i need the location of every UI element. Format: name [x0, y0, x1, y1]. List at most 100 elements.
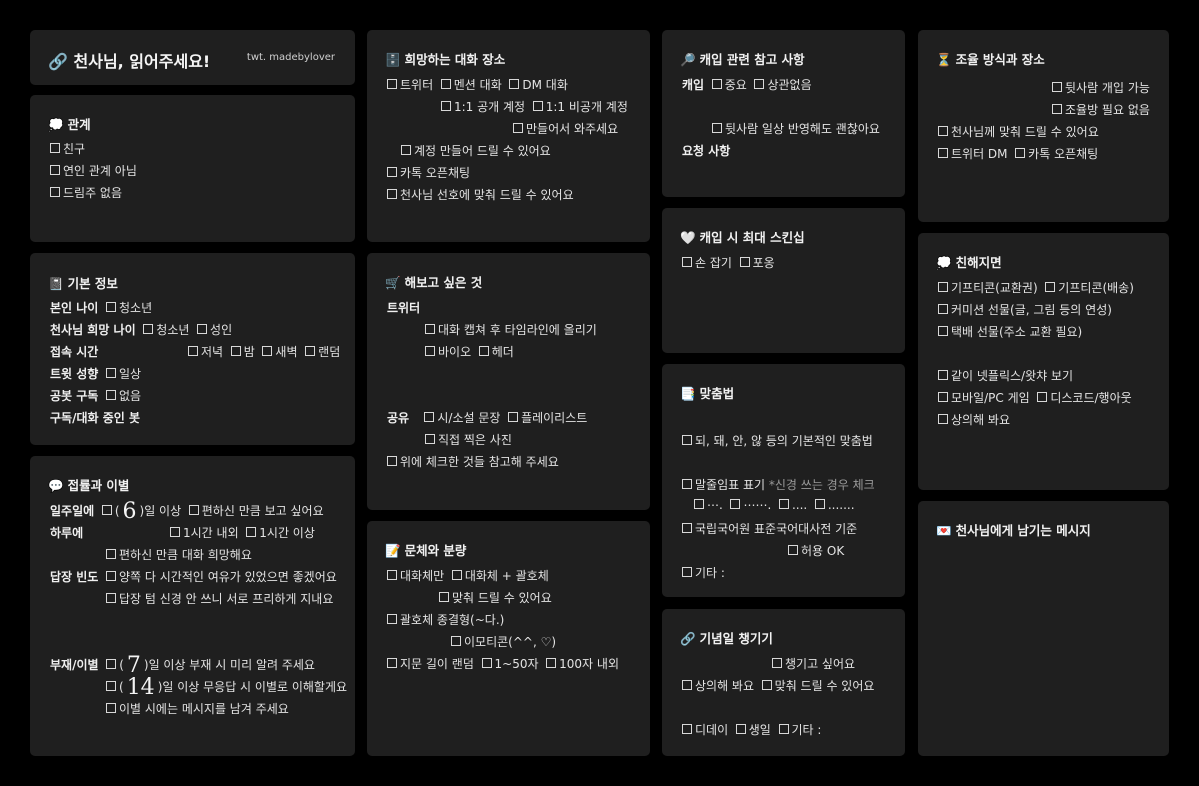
- checkbox[interactable]: [478, 346, 489, 356]
- checkbox[interactable]: [170, 527, 180, 537]
- checkbox[interactable]: [50, 187, 60, 197]
- checkbox[interactable]: [739, 257, 750, 267]
- checkbox[interactable]: [106, 659, 117, 669]
- adjust-title: ⏳ 조율 방식과 장소: [936, 52, 1045, 67]
- checkbox[interactable]: [387, 570, 397, 580]
- checkbox[interactable]: [105, 390, 116, 400]
- checkbox[interactable]: [305, 346, 316, 356]
- checkbox[interactable]: [451, 570, 462, 580]
- checkbox[interactable]: [424, 412, 435, 422]
- checkbox[interactable]: [938, 148, 948, 158]
- checkbox[interactable]: [50, 143, 60, 153]
- checkbox-item[interactable]: 드림주 없음: [50, 184, 122, 201]
- checkbox[interactable]: [938, 414, 948, 424]
- checkbox[interactable]: [778, 499, 789, 509]
- checkbox[interactable]: [938, 282, 948, 292]
- checkbox[interactable]: [814, 499, 825, 509]
- checkbox-item[interactable]: 연인 관계 아님: [50, 162, 137, 179]
- message-title: 💌 천사님에게 남기는 메시지: [936, 523, 1091, 538]
- checkbox[interactable]: [262, 346, 273, 356]
- checkbox[interactable]: [481, 658, 492, 668]
- place-row-4: 계정 만들어 드릴 수 있어요: [401, 142, 551, 159]
- checkbox[interactable]: [246, 527, 257, 537]
- wish-ref: 위에 체크한 것들 참고해 주세요: [387, 453, 559, 470]
- checkbox[interactable]: [387, 456, 397, 466]
- checkbox[interactable]: [441, 101, 451, 111]
- checkbox[interactable]: [508, 412, 519, 422]
- close-card: 💭 친해지면 기프티콘(교환권) 기프티콘(배송) 커미션 선물(글, 그림 등의…: [918, 233, 1169, 490]
- checkbox[interactable]: [1037, 392, 1048, 402]
- checkbox[interactable]: [105, 571, 116, 581]
- checkbox[interactable]: [105, 368, 116, 378]
- checkbox[interactable]: [425, 346, 435, 356]
- checkbox[interactable]: [938, 370, 948, 380]
- notebook-icon: 📓: [48, 276, 64, 291]
- cap-card: 🔎 캐입 관련 참고 사항 캐입 중요 상관없음 뒷사람 일상 반영해도 괜찮아요…: [662, 30, 905, 197]
- checkbox[interactable]: [387, 79, 397, 89]
- checkbox[interactable]: [106, 549, 116, 559]
- checkbox[interactable]: [712, 123, 722, 133]
- absence-row-2: (14)일 이상 무응답 시 이별로 이해할게요: [106, 677, 347, 699]
- checkbox[interactable]: [106, 703, 116, 713]
- place-row-3: 만들어서 와주세요: [513, 120, 618, 137]
- checkbox[interactable]: [50, 165, 60, 175]
- checkbox[interactable]: [101, 505, 112, 515]
- checkbox[interactable]: [772, 658, 782, 668]
- link-icon: 🔗: [48, 52, 68, 71]
- checkbox[interactable]: [778, 724, 789, 734]
- checkbox[interactable]: [105, 302, 116, 312]
- checkbox[interactable]: [440, 79, 451, 89]
- wish-tw-2: 바이오 헤더: [425, 343, 514, 360]
- checkbox[interactable]: [694, 499, 704, 509]
- checkbox[interactable]: [425, 434, 435, 444]
- checkbox[interactable]: [513, 123, 523, 133]
- checkbox[interactable]: [682, 567, 692, 577]
- checkbox[interactable]: [143, 324, 154, 334]
- absence-row-3: 이별 시에는 메시지를 남겨 주세요: [106, 700, 289, 717]
- checkbox[interactable]: [1052, 104, 1062, 114]
- checkbox[interactable]: [197, 324, 208, 334]
- checkbox[interactable]: [188, 505, 199, 515]
- checkbox[interactable]: [682, 479, 692, 489]
- checkbox[interactable]: [106, 593, 116, 603]
- checkbox[interactable]: [230, 346, 241, 356]
- checkbox[interactable]: [682, 724, 692, 734]
- checkbox[interactable]: [1045, 282, 1056, 292]
- checkbox[interactable]: [938, 392, 948, 402]
- checkbox[interactable]: [387, 189, 397, 199]
- checkbox[interactable]: [387, 167, 397, 177]
- checkbox[interactable]: [439, 592, 449, 602]
- checkbox[interactable]: [451, 636, 461, 646]
- anniv-row-1: 챙기고 싶어요: [772, 655, 855, 672]
- checkbox[interactable]: [188, 346, 198, 356]
- checkbox[interactable]: [682, 523, 692, 533]
- checkbox[interactable]: [711, 79, 722, 89]
- checkbox[interactable]: [387, 614, 397, 624]
- checkbox[interactable]: [682, 680, 692, 690]
- checkbox[interactable]: [788, 545, 798, 555]
- checkbox[interactable]: [509, 79, 520, 89]
- checkbox[interactable]: [1052, 82, 1062, 92]
- checkbox[interactable]: [938, 126, 948, 136]
- checkbox-item[interactable]: 친구: [50, 140, 85, 157]
- checkbox[interactable]: [546, 658, 557, 668]
- checkbox[interactable]: [106, 681, 116, 691]
- checkbox[interactable]: [387, 658, 397, 668]
- checkbox[interactable]: [682, 257, 692, 267]
- checkbox[interactable]: [425, 324, 435, 334]
- document-icon: 📑: [680, 386, 696, 401]
- checkbox[interactable]: [938, 326, 948, 336]
- checkbox[interactable]: [1015, 148, 1026, 158]
- speech-bubble-icon: 💬: [48, 478, 64, 493]
- checkbox[interactable]: [754, 79, 765, 89]
- checkbox[interactable]: [761, 680, 772, 690]
- header-card: 🔗 천사님, 읽어주세요! twt. madebylover: [30, 30, 355, 85]
- checkbox[interactable]: [532, 101, 543, 111]
- checkbox[interactable]: [735, 724, 746, 734]
- day-row: 1시간 내외 1시간 이상: [170, 524, 315, 541]
- checkbox[interactable]: [682, 435, 692, 445]
- spelling-row-4: 허용 OK: [788, 542, 844, 559]
- checkbox[interactable]: [730, 499, 741, 509]
- checkbox[interactable]: [401, 145, 411, 155]
- checkbox[interactable]: [938, 304, 948, 314]
